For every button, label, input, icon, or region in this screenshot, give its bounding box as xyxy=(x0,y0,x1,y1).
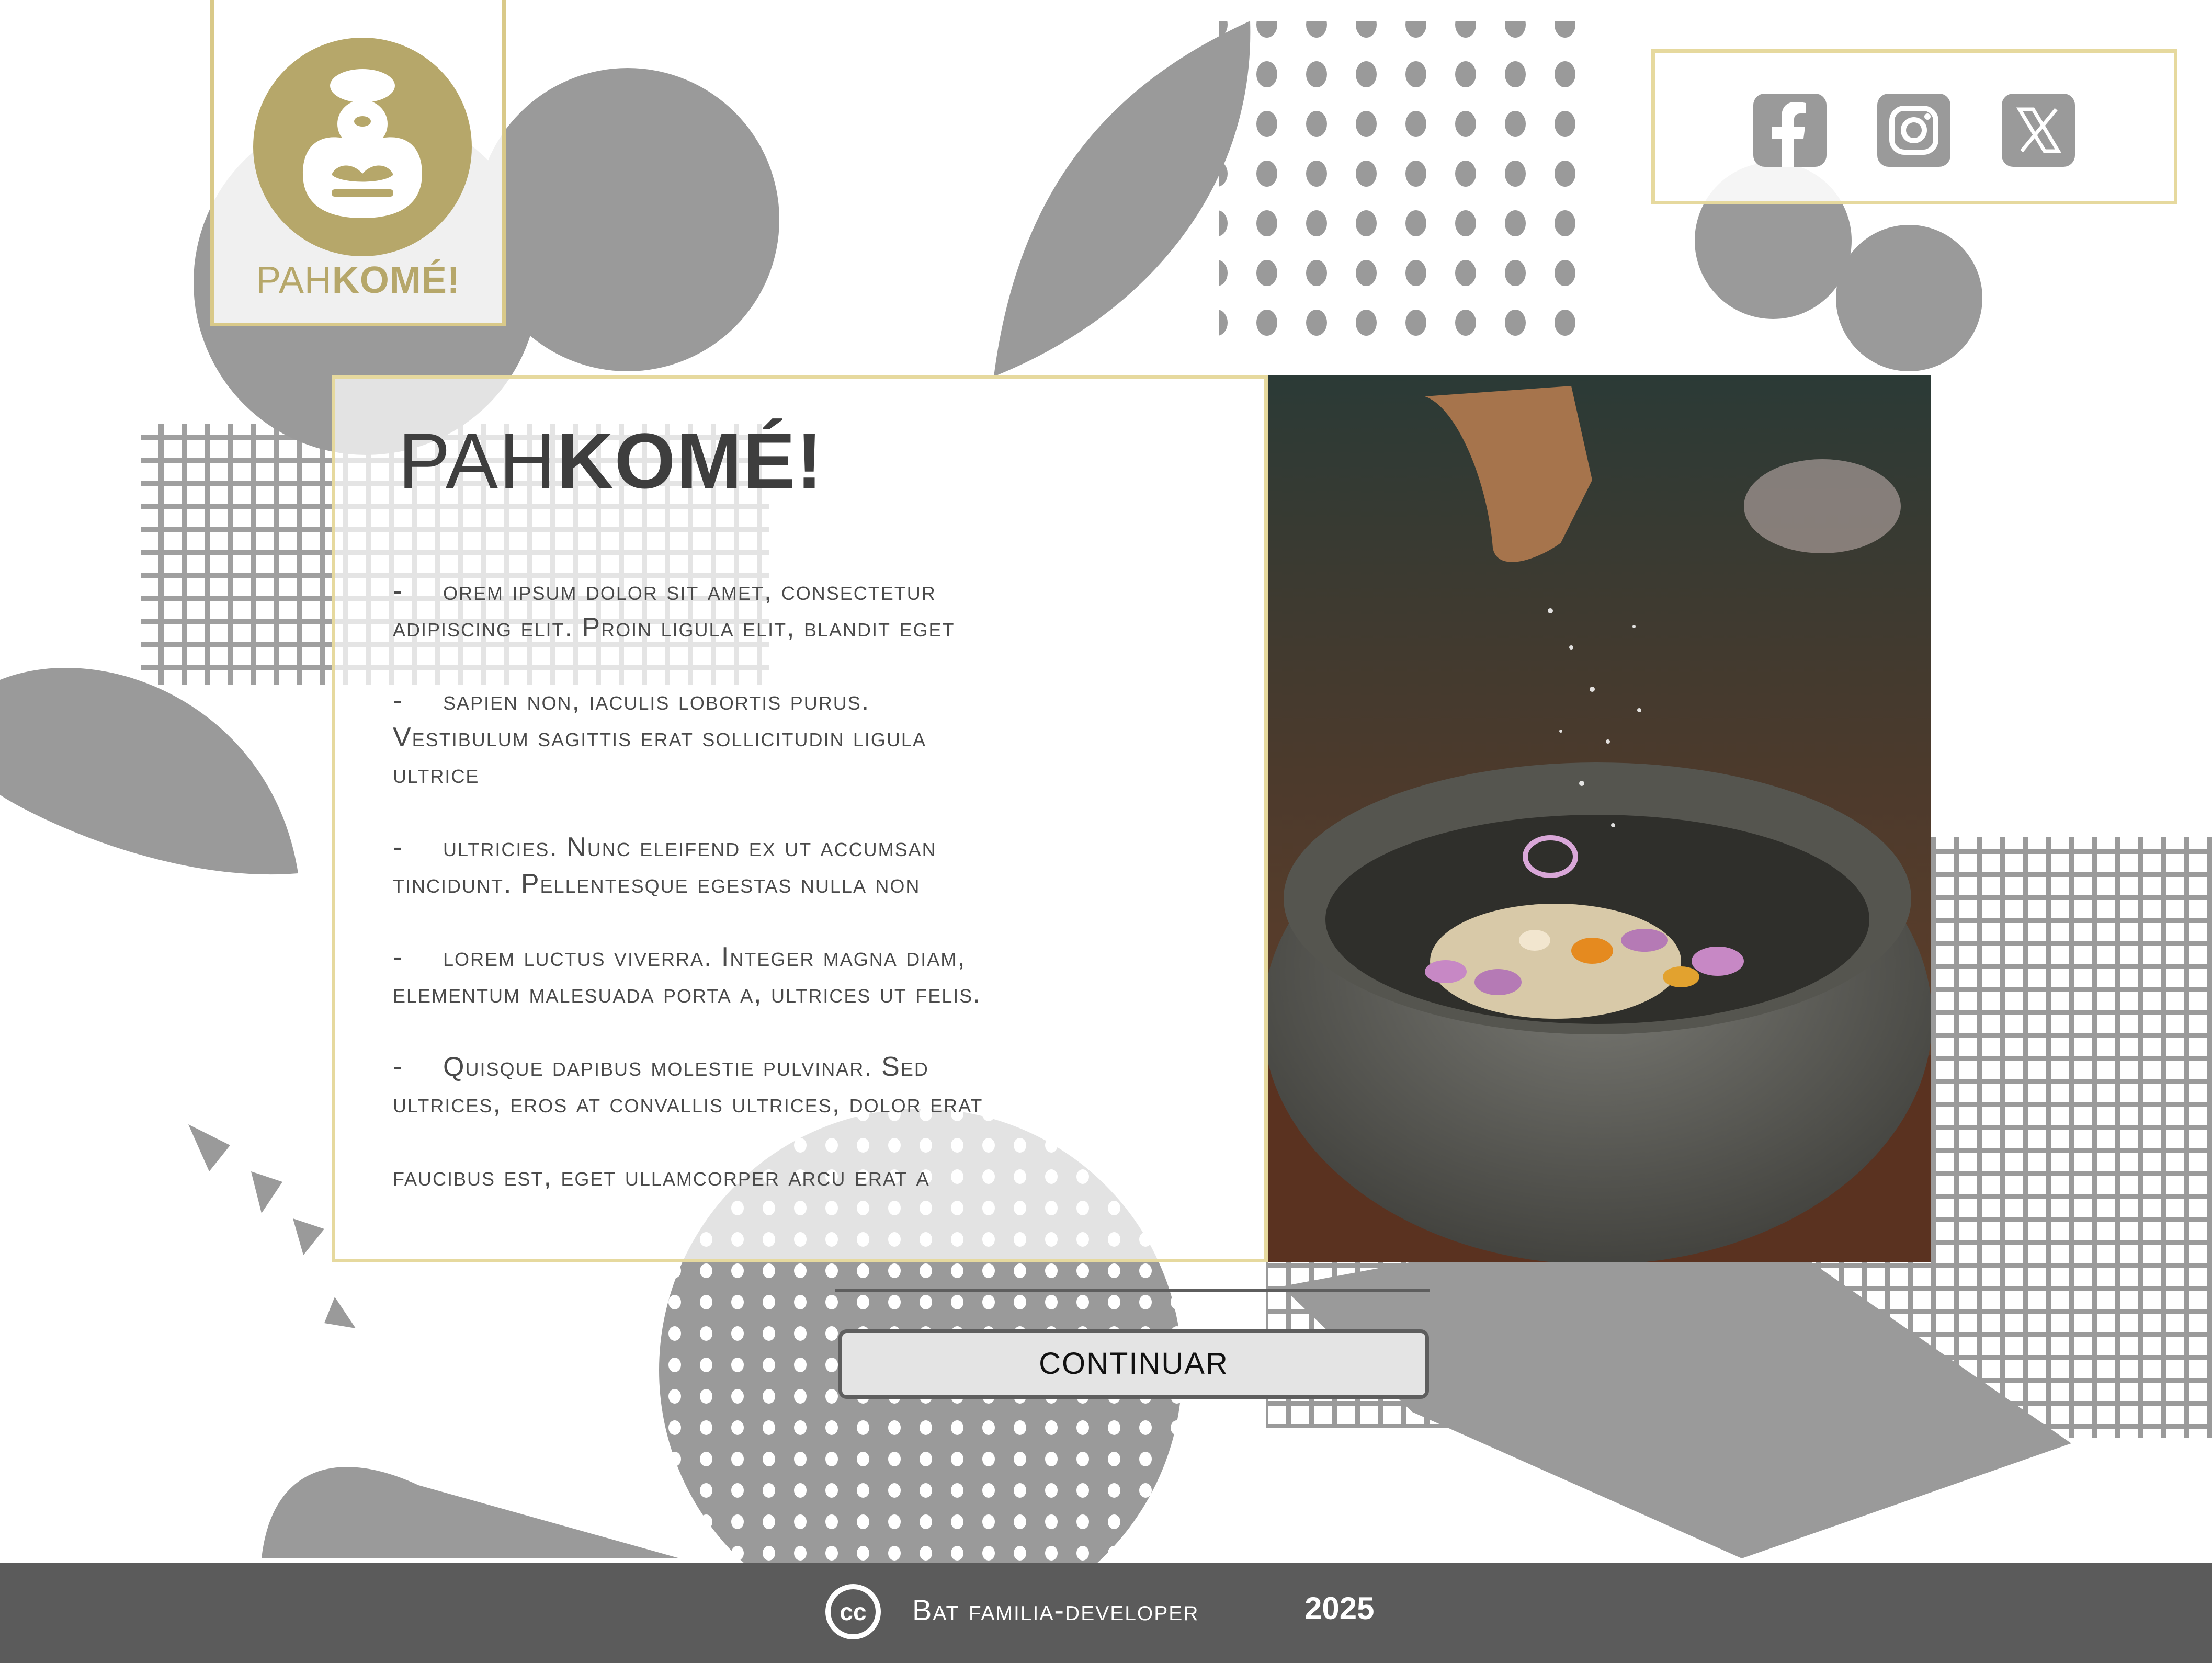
divider xyxy=(835,1289,1430,1292)
page-title: PAHKOMÉ! xyxy=(398,417,824,505)
footer-year: 2025 xyxy=(1304,1591,1375,1626)
list-item: - Quisque dapibus molestie pulvinar. Sed … xyxy=(393,1052,983,1119)
description-list: - orem ipsum dolor sit amet, consectetur … xyxy=(393,573,1230,1232)
continue-button[interactable]: CONTINUAR xyxy=(838,1329,1429,1399)
footer: cc Bat familia-developer 2025 xyxy=(0,1563,2212,1663)
facebook-icon[interactable] xyxy=(1753,94,1827,167)
social-links xyxy=(1651,49,2177,204)
intro-card: PAHKOMÉ! - orem ipsum dolor sit amet, con… xyxy=(332,375,1268,1262)
cooking-photo xyxy=(1268,375,1931,1262)
x-icon[interactable] xyxy=(2002,94,2075,167)
list-item: - ultricies. Nunc eleifend ex ut accumsan… xyxy=(393,832,937,899)
list-item: - lorem luctus viverra. Integer magna dia… xyxy=(393,942,982,1009)
brand-logo[interactable]: PAHKOMÉ! xyxy=(210,0,506,326)
footer-credit: Bat familia-developer xyxy=(912,1593,1199,1626)
instagram-icon[interactable] xyxy=(1877,94,1950,167)
chef-icon xyxy=(253,38,472,256)
creative-commons-icon: cc xyxy=(825,1584,881,1639)
list-item: - orem ipsum dolor sit amet, consectetur … xyxy=(393,576,955,643)
list-item: - sapien non, iaculis lobortis purus. Ves… xyxy=(393,686,926,789)
logo-wordmark: PAHKOMÉ! xyxy=(256,259,460,301)
list-item: faucibus est, eget ullamcorper arcu erat… xyxy=(393,1161,930,1192)
